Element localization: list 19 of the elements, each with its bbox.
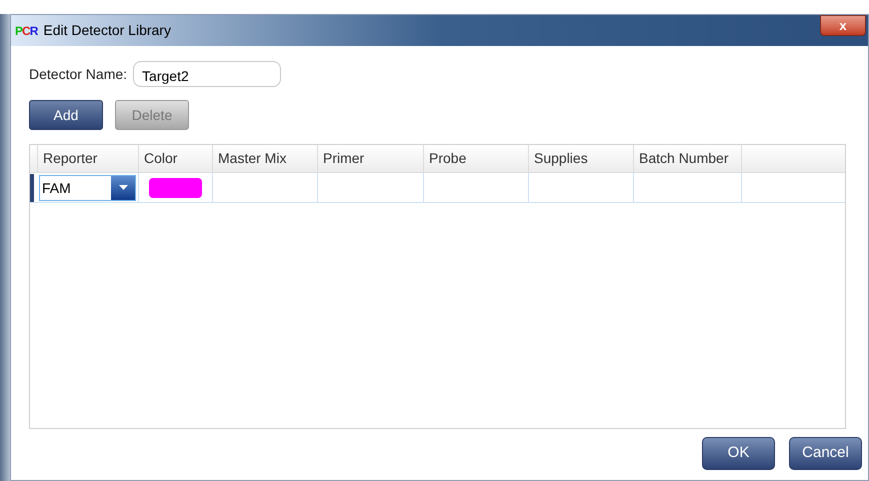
close-button[interactable]: x: [820, 15, 866, 36]
column-header: Batch Number: [634, 145, 742, 172]
window-title: Edit Detector Library: [43, 21, 171, 40]
column-header: Supplies: [529, 145, 634, 172]
caret-icon: [118, 185, 128, 190]
detector-name-field[interactable]: Target2: [133, 61, 282, 87]
add-button[interactable]: Add: [29, 100, 103, 130]
column-header: Probe: [424, 145, 529, 172]
app-logo-icon: PCR: [15, 22, 38, 40]
cancel-button[interactable]: Cancel: [789, 437, 862, 470]
column-header: Reporter: [38, 145, 139, 172]
reporter-dropdown[interactable]: FAM: [39, 174, 136, 200]
column-header: Primer: [318, 145, 424, 172]
row-marker: [30, 174, 34, 202]
color-swatch[interactable]: [149, 178, 202, 198]
column-header: Color: [139, 145, 213, 172]
ok-button[interactable]: OK: [702, 437, 775, 470]
column-header: Master Mix: [213, 145, 318, 172]
detector-name-label: Detector Name:: [29, 64, 128, 84]
